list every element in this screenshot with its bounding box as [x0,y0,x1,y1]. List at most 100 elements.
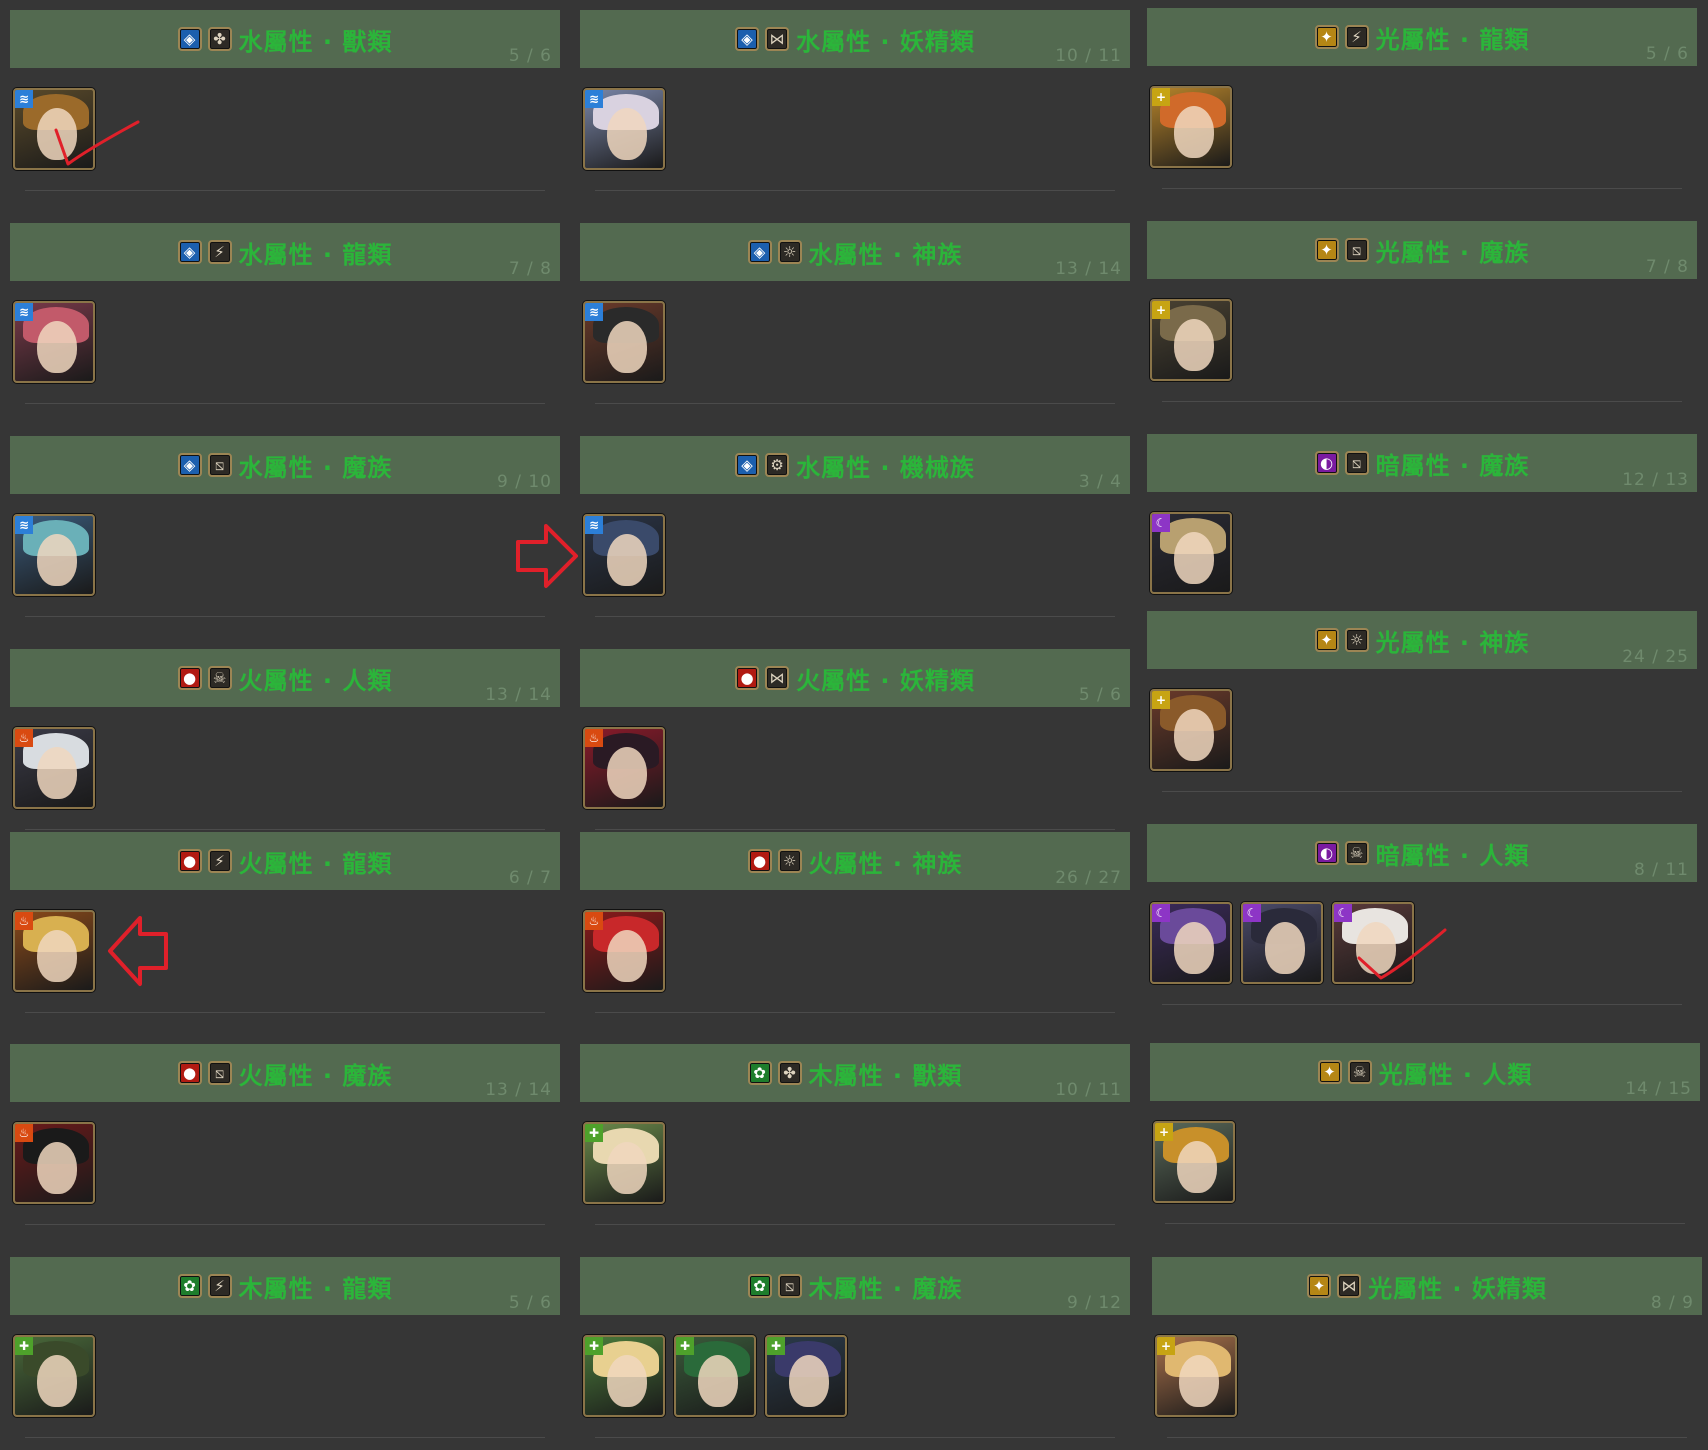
collection-count: 13 / 14 [485,1080,552,1100]
fire-badge-icon: ♨ [15,1124,33,1142]
sun-icon: ☼ [777,849,802,873]
fire-badge-icon: ♨ [15,729,33,747]
header-icons: ◈ ☼ [747,240,802,264]
collection-count: 8 / 9 [1650,1293,1694,1313]
sun-icon: ☼ [1344,628,1369,652]
wood-element-icon: ✿ [747,1061,772,1085]
collection-count: 7 / 8 [508,259,552,279]
wood-badge-icon: ✚ [585,1337,603,1355]
dark-badge-icon: ☾ [1152,514,1170,532]
water-badge-icon: ≋ [15,90,33,108]
monster-portrait-face [607,321,647,373]
section-divider [595,403,1115,404]
monster-portrait-face [37,534,77,586]
monster-card[interactable]: ☾ [1332,902,1414,984]
monster-portrait-face [607,1355,647,1407]
claw-icon: ⚡ [207,1274,232,1298]
monster-portrait-face [37,747,77,799]
claw-icon: ⚡ [1344,25,1369,49]
monster-card[interactable]: ☾ [1150,902,1232,984]
monster-card[interactable]: ≋ [583,514,665,596]
monster-card[interactable]: ✚ [765,1335,847,1417]
section-header: ✦ ⋈ 光屬性 · 妖精類 8 / 9 [1152,1257,1702,1315]
section-header: ◈ ✤ 水屬性 · 獸類 5 / 6 [10,10,560,68]
arrow-left-annotation [106,914,170,988]
skull-icon: ☠ [207,666,232,690]
water-badge-icon: ≋ [585,516,603,534]
section-header: ◈ ⋈ 水屬性 · 妖精類 10 / 11 [580,10,1130,68]
monster-card[interactable]: ≋ [583,88,665,170]
header-icons: ✦ ⚡ [1314,25,1369,49]
claw-icon: ⚡ [207,849,232,873]
section-title: 火屬性 · 妖精類 [796,666,975,695]
monster-portrait-face [1174,532,1214,584]
section-title: 火屬性 · 神族 [808,849,963,878]
collection-count: 24 / 25 [1622,647,1689,667]
monster-card[interactable]: ♨ [13,727,95,809]
fire-badge-icon: ♨ [585,729,603,747]
monster-card[interactable]: + [1150,689,1232,771]
monster-card[interactable]: ≋ [583,301,665,383]
section-header: ◈ ⚙ 水屬性 · 機械族 3 / 4 [580,436,1130,494]
section-title: 火屬性 · 龍類 [238,849,393,878]
header-icons: ✿ ✤ [747,1061,802,1085]
header-icons: ◐ ☠ [1314,841,1369,865]
wood-badge-icon: ✚ [767,1337,785,1355]
monster-card[interactable]: ♨ [583,910,665,992]
monster-card[interactable]: + [1155,1335,1237,1417]
section-divider [1162,188,1682,189]
light-badge-icon: + [1152,301,1170,319]
section-title: 光屬性 · 魔族 [1375,238,1530,267]
monster-card[interactable]: ☾ [1150,512,1232,594]
monster-card[interactable]: ♨ [583,727,665,809]
monster-card[interactable]: ≋ [13,514,95,596]
monster-card[interactable]: + [1153,1121,1235,1203]
monster-card[interactable]: + [1150,86,1232,168]
collection-count: 10 / 11 [1055,1080,1122,1100]
section-divider [1165,1223,1685,1224]
section-divider [25,1437,545,1438]
monster-portrait-face [37,1142,77,1194]
slash-icon: ⧅ [207,453,232,477]
section-divider [25,1012,545,1013]
section-header: ✦ ☠ 光屬性 · 人類 14 / 15 [1150,1043,1700,1101]
monster-card[interactable]: ✚ [674,1335,756,1417]
header-icons: ● ⋈ [735,666,790,690]
header-icons: ● ⧅ [177,1061,232,1085]
monster-card[interactable]: ♨ [13,910,95,992]
collection-count: 7 / 8 [1645,257,1689,277]
monster-card[interactable]: ✚ [583,1122,665,1204]
collection-count: 5 / 6 [508,46,552,66]
section-header: ● ⋈ 火屬性 · 妖精類 5 / 6 [580,649,1130,707]
header-icons: ◈ ⧅ [177,453,232,477]
monster-card[interactable]: ✚ [583,1335,665,1417]
section-header: ✿ ⚡ 木屬性 · 龍類 5 / 6 [10,1257,560,1315]
section-divider [1167,1437,1687,1438]
water-badge-icon: ≋ [585,90,603,108]
monster-card[interactable]: ≋ [13,301,95,383]
monster-card[interactable]: ≋ [13,88,95,170]
collection-count: 5 / 6 [1645,44,1689,64]
header-icons: ◈ ⚙ [735,453,790,477]
fire-badge-icon: ♨ [15,912,33,930]
section-header: ● ☼ 火屬性 · 神族 26 / 27 [580,832,1130,890]
water-element-icon: ◈ [735,27,760,51]
monster-portrait-face [1356,922,1396,974]
dark-badge-icon: ☾ [1152,904,1170,922]
light-badge-icon: + [1152,88,1170,106]
monster-card[interactable]: + [1150,299,1232,381]
fire-element-icon: ● [735,666,760,690]
monster-portrait-face [1174,709,1214,761]
light-element-icon: ✦ [1314,628,1339,652]
dark-badge-icon: ☾ [1334,904,1352,922]
section-header: ● ☠ 火屬性 · 人類 13 / 14 [10,649,560,707]
monster-portrait-face [1174,922,1214,974]
slash-icon: ⧅ [1344,451,1369,475]
monster-card[interactable]: ☾ [1241,902,1323,984]
monster-card[interactable]: ♨ [13,1122,95,1204]
header-icons: ✦ ☠ [1317,1060,1372,1084]
wood-badge-icon: ✚ [15,1337,33,1355]
monster-card[interactable]: ✚ [13,1335,95,1417]
water-badge-icon: ≋ [15,516,33,534]
header-icons: ● ☼ [747,849,802,873]
